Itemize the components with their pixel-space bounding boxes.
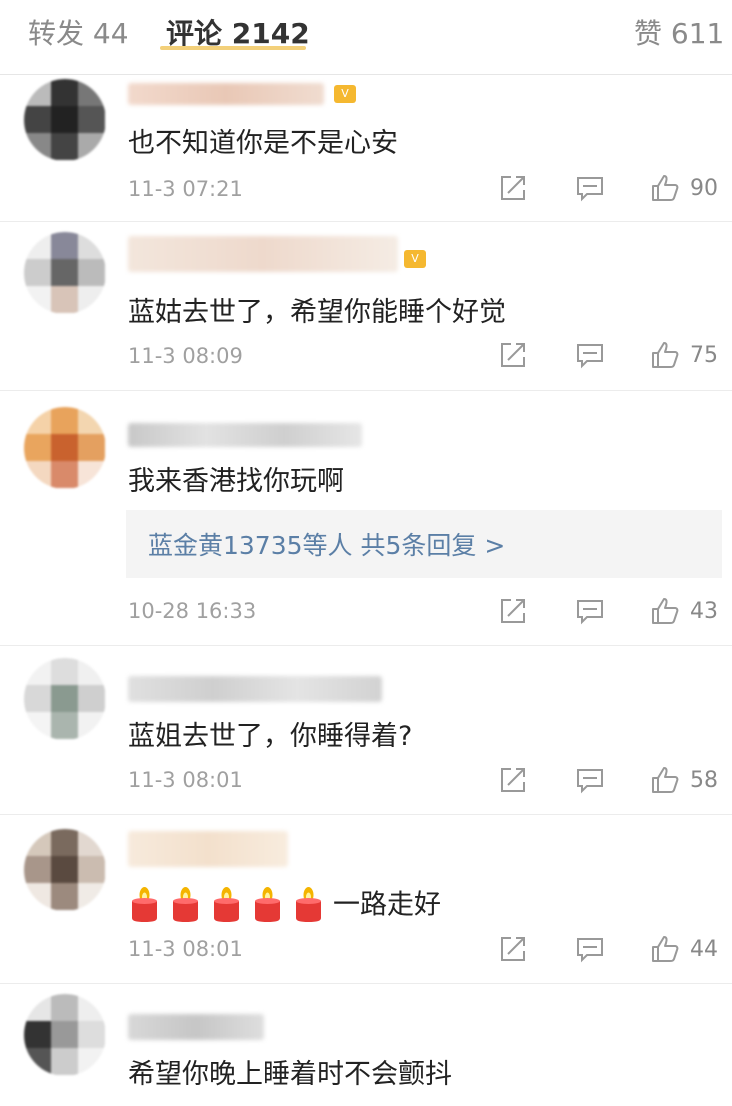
like-count: 43 (690, 598, 718, 624)
comment-item: V 蓝姑去世了，希望你能睡个好觉 11-3 08:09 75 (0, 222, 732, 391)
like-button[interactable]: 58 (650, 763, 718, 797)
candle-icon (251, 881, 284, 923)
reply-button[interactable] (575, 594, 605, 628)
repost-button[interactable] (498, 171, 528, 205)
comment-icon (577, 600, 603, 625)
username-blurred[interactable] (128, 831, 288, 867)
username-blurred[interactable] (128, 83, 324, 105)
comment-item: 希望你晚上睡着时不会颤抖 (0, 984, 732, 1106)
share-icon (501, 937, 525, 961)
username-blurred[interactable] (128, 423, 362, 447)
comment-time: 11-3 08:01 (128, 768, 243, 792)
reply-button[interactable] (575, 763, 605, 797)
candle-icon (169, 881, 202, 923)
like-count: 90 (690, 175, 718, 201)
reply-summary-box[interactable]: 蓝金黄13735等人 共5条回复 > (126, 510, 722, 578)
thumbs-up-icon (652, 342, 679, 368)
avatar[interactable] (24, 79, 106, 161)
tab-repost-count: 44 (92, 17, 129, 50)
comment-item: 我来香港找你玩啊 蓝金黄13735等人 共5条回复 > 10-28 16:33 … (0, 391, 732, 646)
comment-icon (577, 938, 603, 963)
vip-badge-icon: V (334, 85, 356, 103)
comment-time: 11-3 08:09 (128, 344, 243, 368)
comment-text-with-emoji: 一路走好 (128, 881, 441, 923)
thumbs-up-icon (652, 767, 679, 793)
comment-text: 我来香港找你玩啊 (128, 466, 344, 497)
repost-button[interactable] (498, 932, 528, 966)
comment-text: 也不知道你是不是心安 (128, 128, 398, 159)
comment-item: 一路走好 11-3 08:01 44 (0, 815, 732, 984)
repost-button[interactable] (498, 338, 528, 372)
like-button[interactable]: 43 (650, 594, 718, 628)
like-button[interactable]: 90 (650, 171, 718, 205)
comment-text: 希望你晚上睡着时不会颤抖 (128, 1059, 452, 1090)
like-count: 75 (690, 342, 718, 368)
tab-like-count: 611 (670, 17, 725, 50)
candle-icon (292, 881, 325, 923)
like-count: 58 (690, 767, 718, 793)
vip-badge-icon: V (404, 250, 426, 268)
username-blurred[interactable] (128, 676, 382, 702)
reply-button[interactable] (575, 932, 605, 966)
active-tab-indicator (160, 46, 306, 50)
comment-text: 蓝姑去世了，希望你能睡个好觉 (128, 297, 506, 328)
thumbs-up-icon (652, 175, 679, 201)
share-icon (501, 343, 525, 367)
share-icon (501, 599, 525, 623)
comment-icon (577, 769, 603, 794)
comment-text: 蓝姐去世了，你睡得着? (128, 721, 413, 752)
reply-summary-link[interactable]: 蓝金黄13735等人 共5条回复 > (148, 526, 505, 562)
tab-like[interactable]: 赞 611 (634, 12, 724, 52)
comment-tab-bar: 转发 44 评论 2142 赞 611 (0, 0, 732, 75)
tab-repost[interactable]: 转发 44 (28, 12, 129, 52)
avatar[interactable] (24, 658, 106, 740)
reply-button[interactable] (575, 338, 605, 372)
candle-icon (128, 881, 161, 923)
comment-time: 10-28 16:33 (128, 599, 257, 623)
comment-time: 11-3 07:21 (128, 177, 243, 201)
username-blurred[interactable] (128, 1014, 264, 1040)
comment-text: 一路走好 (333, 889, 441, 921)
candle-icon (210, 881, 243, 923)
username-blurred[interactable] (128, 236, 398, 272)
avatar[interactable] (24, 407, 106, 489)
share-icon (501, 176, 525, 200)
like-button[interactable]: 75 (650, 338, 718, 372)
comment-item: V 也不知道你是不是心安 11-3 07:21 90 (0, 75, 732, 222)
reply-button[interactable] (575, 171, 605, 205)
comment-icon (577, 177, 603, 202)
avatar[interactable] (24, 994, 106, 1076)
comment-icon (577, 344, 603, 369)
like-count: 44 (690, 936, 718, 962)
comment-time: 11-3 08:01 (128, 937, 243, 961)
avatar[interactable] (24, 829, 106, 911)
tab-like-label: 赞 (634, 17, 663, 50)
thumbs-up-icon (652, 936, 679, 962)
share-icon (501, 768, 525, 792)
comment-item: 蓝姐去世了，你睡得着? 11-3 08:01 58 (0, 646, 732, 815)
like-button[interactable]: 44 (650, 932, 718, 966)
avatar[interactable] (24, 232, 106, 314)
repost-button[interactable] (498, 763, 528, 797)
thumbs-up-icon (652, 598, 679, 624)
repost-button[interactable] (498, 594, 528, 628)
tab-repost-label: 转发 (28, 17, 85, 50)
